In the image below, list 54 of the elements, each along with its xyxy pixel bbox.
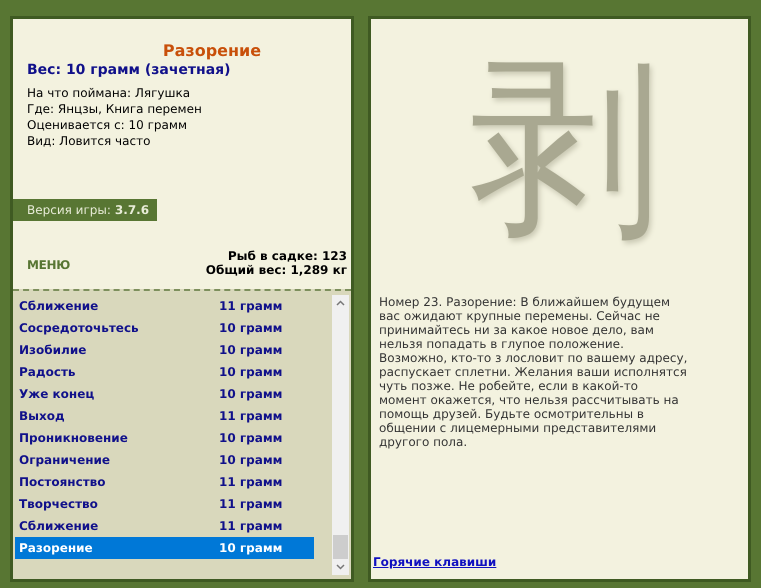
catch-weight: 11 грамм (219, 518, 282, 535)
catch-name: Творчество (18, 496, 99, 513)
catch-name: Сосредоточьтесь (18, 320, 140, 337)
catch-weight: 10 грамм (219, 386, 282, 403)
version-label: Версия игры: (27, 202, 111, 219)
hotkeys-link[interactable]: Горячие клавиши (373, 553, 496, 571)
catch-weight: 10 грамм (219, 364, 282, 381)
catch-name: Сближение (18, 518, 100, 535)
catch-name: Изобилие (18, 342, 88, 359)
catch-row[interactable]: Постоянство 11 грамм (15, 471, 314, 493)
scroll-thumb[interactable] (333, 535, 348, 559)
catch-name: Сближение (18, 298, 100, 315)
catch-row[interactable]: Уже конец 10 грамм (15, 383, 314, 405)
hexagram-glyph: 剥 (470, 44, 660, 254)
version-value: 3.7.6 (114, 202, 150, 219)
menu-button[interactable]: МЕНЮ (27, 256, 70, 274)
catch-name: Радость (18, 364, 76, 381)
fish-detail: На что поймана: Лягушка (27, 85, 192, 101)
fish-detail: Где: Янцзы, Книга перемен (27, 101, 203, 117)
catch-weight: 10 грамм (219, 452, 282, 469)
catch-row[interactable]: Разорение 10 грамм (15, 537, 314, 559)
catch-row[interactable]: Выход 11 грамм (15, 405, 314, 427)
scroll-up-icon[interactable] (336, 300, 345, 306)
catch-weight: 11 грамм (219, 474, 282, 491)
catch-weight: 11 грамм (219, 298, 282, 315)
catch-row[interactable]: Сосредоточьтесь 10 грамм (15, 317, 314, 339)
catch-weight: 10 грамм (219, 540, 282, 557)
fish-detail: Оценивается с: 10 грамм (27, 117, 188, 133)
catch-name: Разорение (18, 540, 94, 557)
catch-weight: 10 грамм (219, 430, 282, 447)
hexagram-description: Номер 23. Разорение: В ближайшем будущем вас ожидают крупные перемены. Сейчас не принимайтесь ни за какое новое дело, вам нельзя попадать в глупое положение. Возможно, кто-то з лословит по вашему адресу, распускает сплетни. Желания ваши исполнятся чуть позже. Не робейте, если в какой-то момент окажется, что нельзя рассчитывать на помощь друзей. Будьте осмотрительны в общении с лицемерными представителями другого пола. (378, 295, 688, 449)
catch-row[interactable]: Ограничение 10 грамм (15, 449, 314, 471)
catch-name: Постоянство (18, 474, 107, 491)
stat-text: Общий вес: 1,289 кг (206, 263, 347, 277)
catch-row[interactable]: Сближение 11 грамм (15, 295, 314, 317)
scrollbar[interactable] (332, 295, 349, 575)
scroll-down-icon[interactable] (336, 564, 345, 570)
catch-row[interactable]: Сближение 11 грамм (15, 515, 314, 537)
catch-name: Ограничение (18, 452, 112, 469)
catch-weight: 11 грамм (219, 496, 282, 513)
fish-weight: Вес: 10 грамм (зачетная) (27, 61, 232, 79)
catch-row[interactable]: Творчество 11 грамм (15, 493, 314, 515)
catch-row[interactable]: Проникновение 10 грамм (15, 427, 314, 449)
catch-name: Проникновение (18, 430, 129, 447)
catch-row[interactable]: Изобилие 10 грамм (15, 339, 314, 361)
catch-name: Выход (18, 408, 66, 425)
catch-row[interactable]: Радость 10 грамм (15, 361, 314, 383)
stat-text: Рыб в садке: 123 (228, 249, 347, 263)
catch-name: Уже конец (18, 386, 96, 403)
catch-weight: 11 грамм (219, 408, 282, 425)
catch-weight: 10 грамм (219, 320, 282, 337)
fish-title: Разорение (162, 41, 262, 61)
catch-weight: 10 грамм (219, 342, 282, 359)
fish-detail: Вид: Ловится часто (27, 133, 152, 149)
